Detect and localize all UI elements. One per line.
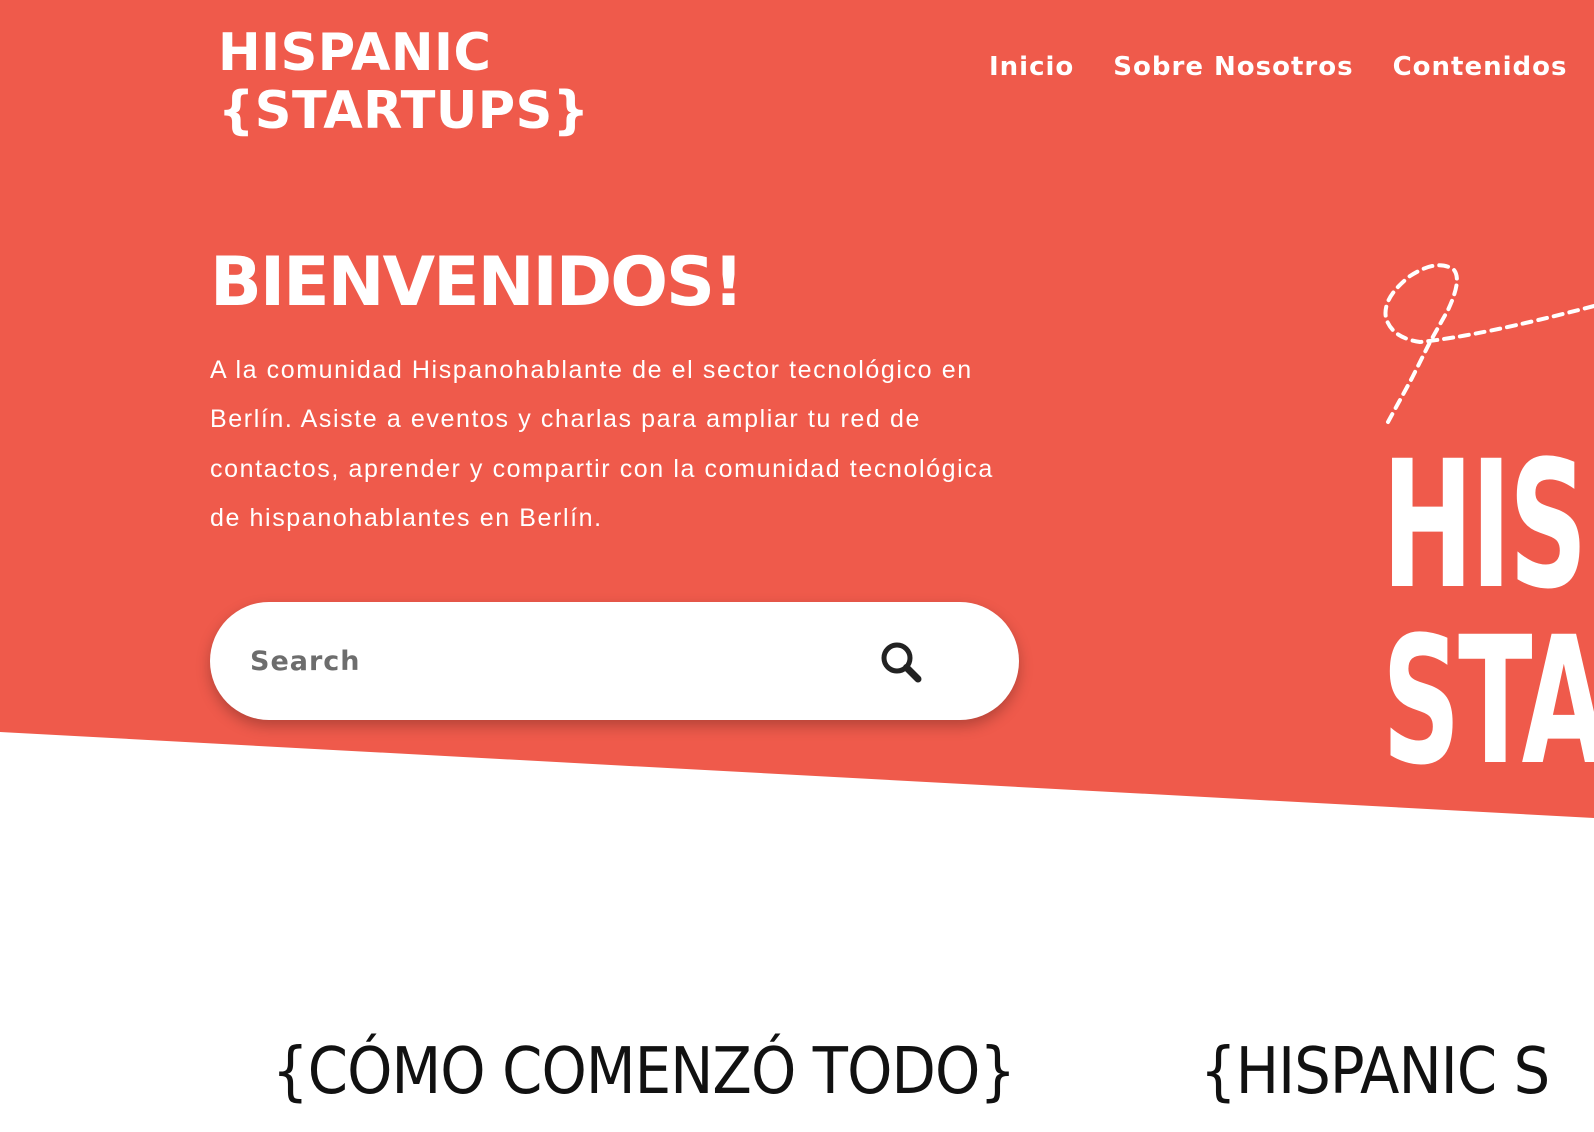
graphic-logo-text-2: STA bbox=[1382, 599, 1594, 804]
hero-title: BIENVENIDOS! bbox=[210, 243, 744, 322]
site-logo[interactable]: HISPANIC {STARTUPS} bbox=[218, 24, 590, 140]
hero-description: A la comunidad Hispanohablante de el sec… bbox=[210, 356, 994, 533]
logo-line-1: HISPANIC bbox=[218, 23, 492, 83]
search-input[interactable] bbox=[250, 632, 850, 690]
section-heading-hispanic-startups: {HISPANIC S bbox=[1200, 1035, 1550, 1109]
nav-item-inicio[interactable]: Inicio bbox=[989, 52, 1074, 82]
graphic-logo-text-1: HIS bbox=[1382, 423, 1588, 628]
logo-line-2: {STARTUPS} bbox=[218, 81, 590, 141]
nav-item-sobre-nosotros[interactable]: Sobre Nosotros bbox=[1113, 52, 1353, 82]
section-heading-como-comenzo: {CÓMO COMENZÓ TODO} bbox=[272, 1035, 1016, 1109]
main-navigation: Inicio Sobre Nosotros Contenidos bbox=[989, 52, 1567, 82]
nav-item-contenidos[interactable]: Contenidos bbox=[1393, 52, 1568, 82]
search-icon[interactable] bbox=[878, 639, 924, 685]
